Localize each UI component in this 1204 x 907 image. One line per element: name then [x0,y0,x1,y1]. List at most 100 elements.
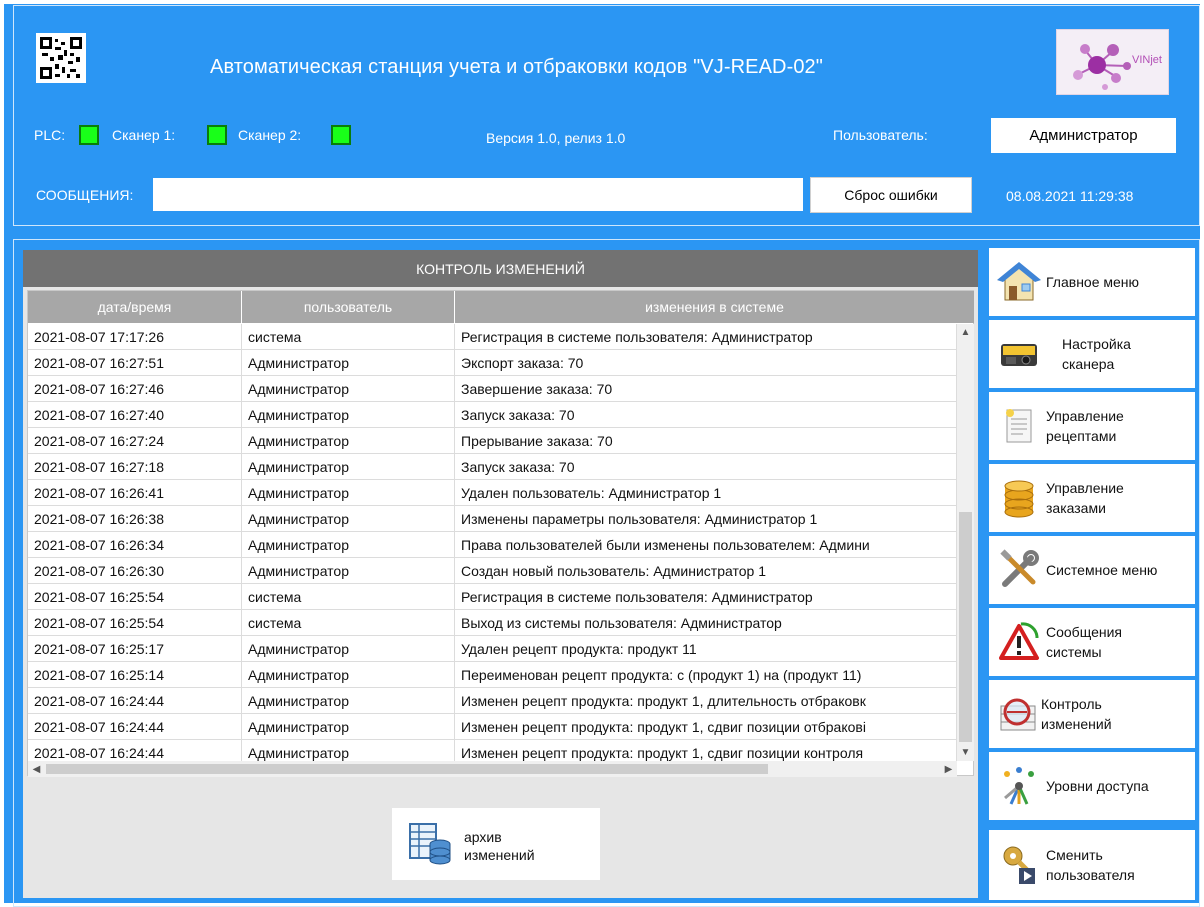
cell-datetime: 2021-08-07 16:26:38 [28,506,242,532]
cell-datetime: 2021-08-07 16:26:30 [28,558,242,584]
table-row[interactable]: 2021-08-07 16:24:44 Администратор Изменен … [28,688,957,714]
cell-user: Администратор [242,636,455,662]
cell-user: Администратор [242,506,455,532]
change-archive-button[interactable]: архив изменений [392,808,600,880]
table-row[interactable]: 2021-08-07 16:26:41 Администратор Удален п… [28,480,957,506]
cell-change: Удален рецепт продукта: продукт 11 [455,636,957,662]
scroll-right-icon[interactable]: ▶ [940,761,957,777]
access-levels-label: Уровни доступа [1046,778,1149,794]
house-icon [997,262,1041,301]
table-row[interactable]: 2021-08-07 16:24:44 Администратор Изменен … [28,714,957,740]
cell-user: Администратор [242,532,455,558]
switch-user-button[interactable]: Сменить пользователя [989,830,1195,900]
cell-user: система [242,584,455,610]
plc-status-indicator [79,125,99,145]
horizontal-scrollbar[interactable]: ◀ ▶ [28,761,957,777]
scroll-up-icon[interactable]: ▲ [957,324,974,341]
cell-user: Администратор [242,350,455,376]
cell-change: Запуск заказа: 70 [455,454,957,480]
change-log-table: дата/время пользователь изменения в сист… [27,290,974,777]
cell-user: Администратор [242,714,455,740]
cell-change: Создан новый пользователь: Администратор… [455,558,957,584]
main-menu-label: Главное меню [1046,274,1140,290]
table-row[interactable]: 2021-08-07 16:27:18 Администратор Запуск з… [28,454,957,480]
scroll-down-icon[interactable]: ▼ [957,744,974,761]
cell-change: Изменены параметры пользователя: Админис… [455,506,957,532]
change-log-panel: КОНТРОЛЬ ИЗМЕНЕНИЙ дата/время пользовате… [23,250,978,898]
system-messages-label: Сообщения системы [1046,624,1122,660]
cell-user: Администратор [242,662,455,688]
vertical-scrollbar[interactable]: ▲ ▼ [957,324,974,761]
system-menu-button[interactable]: Системное меню [989,536,1195,604]
table-row[interactable]: 2021-08-07 16:25:17 Администратор Удален р… [28,636,957,662]
cell-user: Администратор [242,376,455,402]
column-header-user[interactable]: пользователь [242,291,455,323]
main-menu-button[interactable]: Главное меню [989,248,1195,316]
vinjet-logo: VINjet [1056,29,1169,95]
version-text: Версия 1.0, релиз 1.0 [486,130,626,146]
scanner-icon [1001,344,1037,366]
column-header-datetime[interactable]: дата/время [28,291,242,323]
qr-code-icon [36,33,86,83]
column-header-changes[interactable]: изменения в системе [455,291,974,323]
recipes-button[interactable]: Управление рецептами [989,392,1195,460]
change-log-title: КОНТРОЛЬ ИЗМЕНЕНИЙ [23,250,978,287]
cell-change: Регистрация в системе пользователя: Адми… [455,584,957,610]
cell-datetime: 2021-08-07 16:24:44 [28,740,242,761]
user-label: Пользователь: [833,127,928,143]
table-row[interactable]: 2021-08-07 17:17:26 система Регистрация в … [28,324,957,350]
access-levels-button[interactable]: Уровни доступа [989,752,1195,820]
cell-change: Изменен рецепт продукта: продукт 1, сдви… [455,740,957,761]
cell-user: Администратор [242,402,455,428]
table-row[interactable]: 2021-08-07 16:26:38 Администратор Изменены… [28,506,957,532]
database-icon [1004,480,1034,518]
user-key-icon [1003,846,1035,884]
scanner-settings-button[interactable]: Настройка сканера [989,320,1195,388]
table-row[interactable]: 2021-08-07 16:25:14 Администратор Переимен… [28,662,957,688]
cell-user: Администратор [242,558,455,584]
warning-icon [999,622,1039,660]
cell-change: Права пользователей были изменены пользо… [455,532,957,558]
cell-datetime: 2021-08-07 16:25:14 [28,662,242,688]
table-row[interactable]: 2021-08-07 16:26:34 Администратор Права по… [28,532,957,558]
scanner2-status-indicator [331,125,351,145]
cell-datetime: 2021-08-07 16:27:40 [28,402,242,428]
archive-button-label: архив изменений [464,829,535,863]
app-title: Автоматическая станция учета и отбраковк… [210,56,823,78]
change-control-button[interactable]: Контроль изменений [989,680,1195,748]
magnifier-icon [1000,698,1036,731]
cell-user: Администратор [242,428,455,454]
cell-user: Администратор [242,454,455,480]
plc-label: PLC: [34,127,66,143]
horizontal-scroll-thumb[interactable] [46,764,768,774]
table-row[interactable]: 2021-08-07 16:24:44 Администратор Изменен … [28,740,957,761]
switch-user-label: Сменить пользователя [1046,847,1135,883]
scroll-left-icon[interactable]: ◀ [28,761,45,777]
table-row[interactable]: 2021-08-07 16:27:51 Администратор Экспорт … [28,350,957,376]
current-user-field[interactable]: Администратор [991,118,1176,153]
cell-datetime: 2021-08-07 16:25:17 [28,636,242,662]
table-body: 2021-08-07 17:17:26 система Регистрация в … [28,324,957,761]
cell-change: Запуск заказа: 70 [455,402,957,428]
scanner1-label: Сканер 1: [112,127,176,143]
messages-field[interactable] [153,178,803,211]
reset-error-button[interactable]: Сброс ошибки [810,177,972,213]
table-row[interactable]: 2021-08-07 16:25:54 система Регистрация в … [28,584,957,610]
cell-datetime: 2021-08-07 16:27:51 [28,350,242,376]
table-row[interactable]: 2021-08-07 16:25:54 система Выход из систе… [28,610,957,636]
orders-button[interactable]: Управление заказами [989,464,1195,532]
table-row[interactable]: 2021-08-07 16:27:24 Администратор Прерыван… [28,428,957,454]
cell-change: Экспорт заказа: 70 [455,350,957,376]
cell-datetime: 2021-08-07 16:27:46 [28,376,242,402]
table-row[interactable]: 2021-08-07 16:26:30 Администратор Создан н… [28,558,957,584]
cell-datetime: 2021-08-07 16:26:34 [28,532,242,558]
cell-change: Регистрация в системе пользователя: Адми… [455,324,957,350]
cell-datetime: 2021-08-07 16:24:44 [28,688,242,714]
table-row[interactable]: 2021-08-07 16:27:46 Администратор Завершен… [28,376,957,402]
vertical-scroll-thumb[interactable] [959,512,972,742]
logo-text: VINjet [1132,54,1162,66]
cell-datetime: 2021-08-07 16:26:41 [28,480,242,506]
cell-user: Администратор [242,740,455,761]
system-messages-button[interactable]: Сообщения системы [989,608,1195,676]
table-row[interactable]: 2021-08-07 16:27:40 Администратор Запуск з… [28,402,957,428]
